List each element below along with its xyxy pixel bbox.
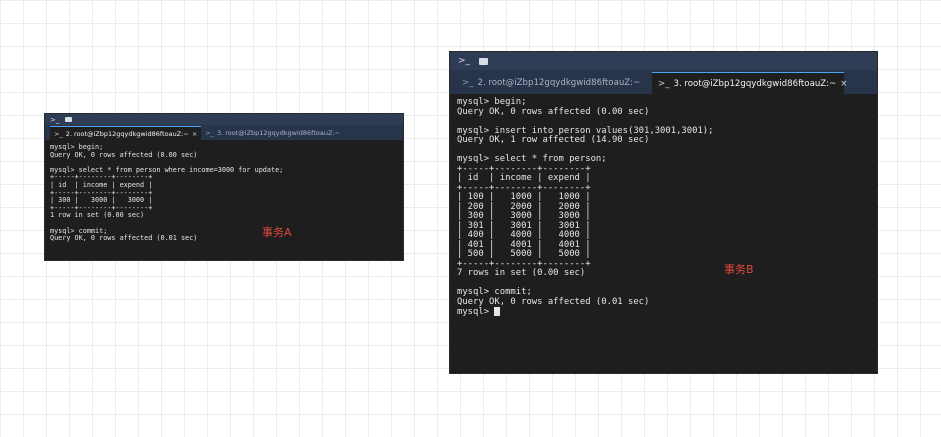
tab-bar: >_ 2. root@iZbp12gqydkgwid86ftoauZ:~ >_ … — [450, 70, 877, 94]
titlebar: >_ — [450, 52, 877, 70]
tab-label: 3. root@iZbp12gqydkgwid86ftoauZ:~ — [216, 129, 341, 137]
transaction-a-label: 事务A — [262, 226, 292, 239]
command-prompt: mysql> — [457, 307, 495, 317]
tab-label: 2. root@iZbp12gqydkgwid86ftoauZ:~ — [65, 129, 189, 138]
terminal-output[interactable]: mysql> begin; Query OK, 0 rows affected … — [45, 140, 403, 243]
titlebar: >_ — [45, 114, 403, 125]
terminal-prompt-icon: >_ — [50, 115, 60, 124]
terminal-prompt-icon: >_ — [658, 78, 670, 89]
terminal-prompt-icon: >_ — [458, 56, 471, 66]
close-icon[interactable]: × — [192, 130, 197, 138]
tab-session-3[interactable]: >_ 3. root@iZbp12gqydkgwid86ftoauZ:~ × — [652, 72, 847, 94]
terminal-window-a: >_ >_ 2. root@iZbp12gqydkgwid86ftoauZ:~ … — [45, 114, 403, 260]
tab-label: 2. root@iZbp12gqydkgwid86ftoauZ:~ — [477, 78, 641, 88]
transaction-b-label: 事务B — [724, 263, 754, 276]
text-cursor — [494, 307, 501, 316]
tab-label: 3. root@iZbp12gqydkgwid86ftoauZ:~ — [673, 78, 837, 89]
terminal-prompt-icon: >_ — [54, 129, 63, 138]
terminal-output[interactable]: mysql> begin; Query OK, 0 rows affected … — [450, 94, 877, 318]
terminal-window-b: >_ >_ 2. root@iZbp12gqydkgwid86ftoauZ:~ … — [450, 52, 877, 373]
terminal-prompt-icon: >_ — [205, 129, 214, 137]
tab-bar: >_ 2. root@iZbp12gqydkgwid86ftoauZ:~ × >… — [45, 125, 403, 140]
folder-icon[interactable] — [65, 117, 73, 122]
folder-icon[interactable] — [479, 57, 489, 65]
terminal-prompt-icon: >_ — [462, 78, 474, 88]
tab-session-2[interactable]: >_ 2. root@iZbp12gqydkgwid86ftoauZ:~ — [456, 72, 652, 94]
output-history: mysql> begin; Query OK, 0 rows affected … — [457, 97, 714, 307]
tab-session-2[interactable]: >_ 2. root@iZbp12gqydkgwid86ftoauZ:~ × — [50, 126, 202, 140]
tab-session-3[interactable]: >_ 3. root@iZbp12gqydkgwid86ftoauZ:~ — [201, 126, 344, 140]
close-icon[interactable]: × — [840, 79, 847, 89]
